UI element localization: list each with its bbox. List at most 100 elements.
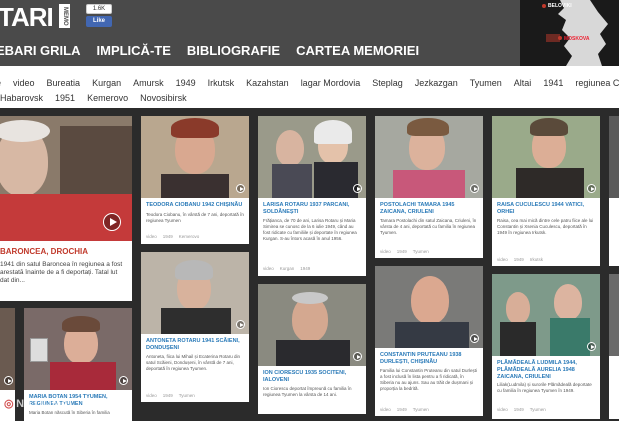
video-title[interactable]: ANTONETA ROTARU 1941 SCĂIENI, DONDUȘENI xyxy=(146,338,246,352)
tag[interactable]: Novosibirsk xyxy=(140,93,187,103)
tag[interactable]: Bureatia xyxy=(47,78,81,88)
tag[interactable]: Tyumen xyxy=(179,393,195,398)
tag[interactable]: Habarovsk xyxy=(0,93,43,103)
tag[interactable]: Tyumen xyxy=(413,249,429,254)
tag[interactable]: Tyumen xyxy=(530,407,546,412)
deportation-map[interactable]: BELOVIKI MOSKOVA xyxy=(520,0,619,66)
video-title[interactable]: PLĂMĂDEALĂ LUDMILA 1944, PLĂMĂDEALĂ AURE… xyxy=(497,360,597,381)
play-icon[interactable] xyxy=(236,320,245,329)
video-thumbnail[interactable] xyxy=(141,252,249,334)
nav-item-bibliografie[interactable]: BIBLIOGRAFIE xyxy=(187,43,280,58)
tag[interactable]: Tyumen xyxy=(413,407,429,412)
tag[interactable]: video xyxy=(380,407,391,412)
video-card-partial[interactable] xyxy=(609,116,619,266)
video-thumbnail[interactable] xyxy=(258,116,366,198)
tag[interactable]: video xyxy=(497,407,508,412)
play-icon[interactable] xyxy=(353,184,362,193)
video-tags: video Kurgan 1949 xyxy=(263,266,316,271)
video-tags: video 1949 Tyumen xyxy=(497,407,552,412)
like-count: 1.6K xyxy=(86,4,112,14)
nav-item-implica-te[interactable]: IMPLICĂ-TE xyxy=(97,43,171,58)
video-thumbnail[interactable] xyxy=(375,116,483,198)
video-thumbnail[interactable] xyxy=(258,284,366,366)
tag[interactable]: Altai xyxy=(514,78,532,88)
video-description: Tamara Postolachi din satul Zaicana, Cri… xyxy=(380,218,477,235)
video-card[interactable]: ANTONETA ROTARU 1941 SCĂIENI, DONDUȘENI … xyxy=(141,252,249,402)
video-title[interactable]: LARISA ROTARU 1937 PARCANI, SOLDĂNEȘTI xyxy=(263,202,363,216)
tag[interactable]: regiunea Ci xyxy=(575,78,619,88)
tag[interactable]: 1949 xyxy=(163,393,173,398)
video-card[interactable]: TEODORA CIOBANU 1942 CHIȘINĂU Teodora Ci… xyxy=(141,116,249,244)
tag[interactable]: 1941 xyxy=(543,78,563,88)
play-icon[interactable] xyxy=(236,184,245,193)
tag[interactable]: Kemerovo xyxy=(87,93,128,103)
video-thumbnail[interactable] xyxy=(375,266,483,348)
tag[interactable]: video xyxy=(146,234,157,239)
video-title[interactable]: TEODORA CIOBANU 1942 CHIȘINĂU xyxy=(146,202,246,209)
tag[interactable]: 1949 xyxy=(514,257,524,262)
video-title[interactable]: BARONCEA, DROCHIA xyxy=(0,247,88,257)
video-description: 1941 din satul Baroncea în regiunea a fo… xyxy=(0,261,123,284)
video-card[interactable]: CONSTANTIN PRUTEANU 1938 DURLEȘTI, CHIȘI… xyxy=(375,266,483,416)
play-icon[interactable] xyxy=(4,376,13,385)
video-card[interactable]: PLĂMĂDEALĂ LUDMILA 1944, PLĂMĂDEALĂ AURE… xyxy=(492,274,600,419)
tag[interactable]: Steplag xyxy=(372,78,403,88)
video-thumbnail[interactable] xyxy=(24,308,132,390)
nav-item-grila[interactable]: EBARI GRILA xyxy=(0,43,81,58)
video-card[interactable]: ION CIORESCU 1935 SOCITENI, IALOVENI Ion… xyxy=(258,284,366,414)
video-thumbnail[interactable] xyxy=(492,116,600,198)
play-icon[interactable] xyxy=(470,334,479,343)
tag[interactable]: video xyxy=(146,393,157,398)
play-icon[interactable] xyxy=(587,184,596,193)
tag[interactable]: video xyxy=(497,257,508,262)
nav-item-cartea-memoriei[interactable]: CARTEA MEMORIEI xyxy=(296,43,419,58)
tag[interactable]: Kurgan xyxy=(280,266,295,271)
video-card-partial[interactable] xyxy=(609,274,619,419)
video-card[interactable]: LARISA ROTARU 1937 PARCANI, SOLDĂNEȘTI F… xyxy=(258,116,366,276)
tag[interactable]: video xyxy=(263,266,274,271)
video-title[interactable]: RAISA CUCULESCU 1944 VATICI, ORHEI xyxy=(497,202,597,216)
site-logo[interactable]: TARI xyxy=(0,2,54,33)
tag[interactable]: video xyxy=(380,249,391,254)
video-title[interactable]: CONSTANTIN PRUTEANU 1938 DURLEȘTI, CHIȘI… xyxy=(380,352,480,366)
tag[interactable]: Tyumen xyxy=(470,78,502,88)
play-icon[interactable] xyxy=(470,184,479,193)
play-icon[interactable] xyxy=(103,213,121,231)
tag[interactable]: Kurgan xyxy=(92,78,121,88)
tag[interactable]: 1949 xyxy=(397,249,407,254)
tag[interactable]: Jezkazgan xyxy=(415,78,458,88)
tag[interactable]: Irkutsk xyxy=(530,257,543,262)
tag[interactable]: 1949 xyxy=(397,407,407,412)
tag[interactable]: e xyxy=(0,78,1,88)
video-title[interactable]: POSTOLACHI TAMARA 1945 ZAICANA, CRIULENI xyxy=(380,202,480,216)
video-thumbnail[interactable] xyxy=(0,116,132,241)
video-tags: video 1949 Tyumen xyxy=(380,407,435,412)
tag-row-1: e video Bureatia Kurgan Amursk 1949 Irku… xyxy=(0,78,619,88)
video-description: Maria Botan născută în Siberia în famili… xyxy=(29,410,110,415)
play-icon[interactable] xyxy=(119,376,128,385)
tag[interactable]: Kazahstan xyxy=(246,78,289,88)
video-thumbnail[interactable] xyxy=(492,274,600,356)
video-card-featured[interactable]: BARONCEA, DROCHIA 1941 din satul Baronce… xyxy=(0,116,132,301)
video-title[interactable]: ION CIORESCU 1935 SOCITENI, IALOVENI xyxy=(263,370,363,384)
tag[interactable]: 1951 xyxy=(55,93,75,103)
map-label-moskova: MOSKOVA xyxy=(564,36,590,42)
facebook-like-button[interactable]: Like xyxy=(86,16,112,27)
main-nav: EBARI GRILA IMPLICĂ-TE BIBLIOGRAFIE CART… xyxy=(0,43,419,58)
video-card[interactable]: RAISA CUCULESCU 1944 VATICI, ORHEI Raisa… xyxy=(492,116,600,266)
tag[interactable]: lagar Mordovia xyxy=(301,78,361,88)
tag[interactable]: 1949 xyxy=(176,78,196,88)
video-thumbnail[interactable] xyxy=(141,116,249,198)
tag[interactable]: Irkutsk xyxy=(208,78,235,88)
tag[interactable]: Amursk xyxy=(133,78,164,88)
video-description: Ion Ciorescu deportat împreună cu famili… xyxy=(263,386,352,397)
video-card[interactable]: POSTOLACHI TAMARA 1945 ZAICANA, CRIULENI… xyxy=(375,116,483,258)
video-description: Raisa, cea mai mică dintre cele patru fi… xyxy=(497,218,594,235)
tag[interactable]: Kemerovo xyxy=(179,234,200,239)
play-icon[interactable] xyxy=(353,352,362,361)
tag[interactable]: 1949 xyxy=(514,407,524,412)
play-icon[interactable] xyxy=(587,342,596,351)
tag[interactable]: video xyxy=(13,78,35,88)
tag[interactable]: 1949 xyxy=(163,234,173,239)
tag[interactable]: 1949 xyxy=(300,266,310,271)
